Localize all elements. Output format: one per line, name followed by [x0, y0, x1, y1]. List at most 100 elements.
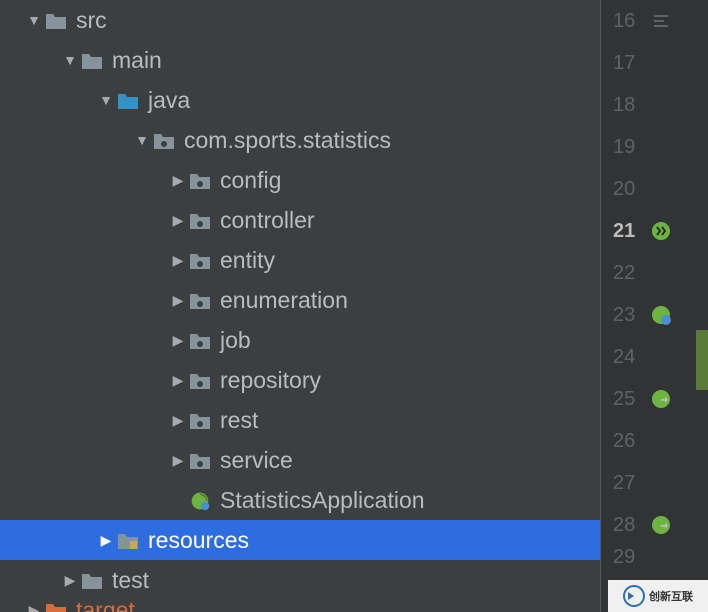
- tree-node-repository[interactable]: ▶ repository: [0, 360, 600, 400]
- source-folder-icon: [116, 90, 140, 110]
- tree-node-label: java: [148, 87, 190, 114]
- spring-navigate-icon[interactable]: [649, 387, 673, 411]
- line-number: 20: [613, 178, 649, 201]
- folder-icon: [44, 10, 68, 30]
- chevron-down-icon[interactable]: ▼: [24, 12, 44, 28]
- spring-bean-icon[interactable]: [649, 303, 673, 327]
- chevron-right-icon[interactable]: ▶: [96, 532, 116, 549]
- run-gutter-icon[interactable]: [649, 219, 673, 243]
- chevron-right-icon[interactable]: ▶: [60, 572, 80, 589]
- chevron-right-icon[interactable]: ▶: [24, 602, 44, 612]
- gutter-line[interactable]: 27: [601, 462, 708, 504]
- package-icon: [188, 250, 212, 270]
- package-icon: [188, 290, 212, 310]
- tree-node-enumeration[interactable]: ▶ enumeration: [0, 280, 600, 320]
- tree-node-label: service: [220, 447, 293, 474]
- tree-node-label: rest: [220, 407, 258, 434]
- gutter-line[interactable]: 23: [601, 294, 708, 336]
- gutter-line[interactable]: 16: [601, 0, 708, 42]
- package-icon: [188, 170, 212, 190]
- line-number: 21: [613, 220, 649, 243]
- tree-node-label: controller: [220, 207, 315, 234]
- gutter-line[interactable]: 29: [601, 546, 708, 568]
- excluded-folder-icon: [44, 600, 68, 612]
- tree-node-label: target: [76, 600, 135, 612]
- tree-node-target[interactable]: ▶ target: [0, 600, 600, 612]
- resources-folder-icon: [116, 530, 140, 550]
- editor-gutter[interactable]: 16 17 18 19 20 21 22 23 24 25 26 27 28 2…: [600, 0, 708, 612]
- tree-node-label: main: [112, 47, 162, 74]
- gutter-line[interactable]: 21: [601, 210, 708, 252]
- folder-icon: [80, 570, 104, 590]
- tree-node-java[interactable]: ▼ java: [0, 80, 600, 120]
- tree-node-label: config: [220, 167, 281, 194]
- package-icon: [188, 450, 212, 470]
- tree-node-test[interactable]: ▶ test: [0, 560, 600, 600]
- folder-icon: [80, 50, 104, 70]
- tree-node-entity[interactable]: ▶ entity: [0, 240, 600, 280]
- tree-node-statistics-application[interactable]: ▶ StatisticsApplication: [0, 480, 600, 520]
- tree-node-label: com.sports.statistics: [184, 127, 391, 154]
- tree-node-src[interactable]: ▼ src: [0, 0, 600, 40]
- gutter-line[interactable]: 28: [601, 504, 708, 546]
- chevron-right-icon[interactable]: ▶: [168, 172, 188, 189]
- package-icon: [188, 330, 212, 350]
- line-number: 27: [613, 472, 649, 495]
- gutter-line[interactable]: 18: [601, 84, 708, 126]
- line-number: 16: [613, 10, 649, 33]
- line-number: 24: [613, 346, 649, 369]
- tree-node-job[interactable]: ▶ job: [0, 320, 600, 360]
- package-icon: [152, 130, 176, 150]
- gutter-line[interactable]: 22: [601, 252, 708, 294]
- tree-node-resources[interactable]: ▶ resources: [0, 520, 600, 560]
- chevron-right-icon[interactable]: ▶: [168, 252, 188, 269]
- tree-node-label: repository: [220, 367, 321, 394]
- watermark-logo: 创新互联: [608, 580, 708, 612]
- line-number: 29: [613, 546, 649, 569]
- project-tree[interactable]: ▼ src ▼ main ▼ java ▼ com.sports.statist…: [0, 0, 600, 612]
- tree-node-label: StatisticsApplication: [220, 487, 425, 514]
- chevron-right-icon[interactable]: ▶: [168, 452, 188, 469]
- chevron-down-icon[interactable]: ▼: [132, 132, 152, 148]
- tree-node-label: entity: [220, 247, 275, 274]
- tree-node-config[interactable]: ▶ config: [0, 160, 600, 200]
- line-number: 28: [613, 514, 649, 537]
- chevron-right-icon[interactable]: ▶: [168, 372, 188, 389]
- spring-navigate-icon[interactable]: [649, 513, 673, 537]
- gutter-line[interactable]: 17: [601, 42, 708, 84]
- chevron-right-icon[interactable]: ▶: [168, 412, 188, 429]
- tree-node-label: job: [220, 327, 251, 354]
- tree-node-package[interactable]: ▼ com.sports.statistics: [0, 120, 600, 160]
- collapse-icon[interactable]: [649, 9, 673, 33]
- package-icon: [188, 370, 212, 390]
- tree-node-main[interactable]: ▼ main: [0, 40, 600, 80]
- line-number: 25: [613, 388, 649, 411]
- gutter-line[interactable]: 19: [601, 126, 708, 168]
- tree-node-service[interactable]: ▶ service: [0, 440, 600, 480]
- line-number: 26: [613, 430, 649, 453]
- line-number: 19: [613, 136, 649, 159]
- gutter-line[interactable]: 25: [601, 378, 708, 420]
- tree-node-label: test: [112, 567, 149, 594]
- chevron-down-icon[interactable]: ▼: [96, 92, 116, 108]
- line-number: 22: [613, 262, 649, 285]
- package-icon: [188, 210, 212, 230]
- chevron-right-icon[interactable]: ▶: [168, 292, 188, 309]
- gutter-line[interactable]: 20: [601, 168, 708, 210]
- editor-overview-marker[interactable]: [696, 330, 708, 390]
- tree-node-controller[interactable]: ▶ controller: [0, 200, 600, 240]
- tree-node-rest[interactable]: ▶ rest: [0, 400, 600, 440]
- spring-boot-class-icon: [188, 490, 212, 510]
- chevron-down-icon[interactable]: ▼: [60, 52, 80, 68]
- line-number: 18: [613, 94, 649, 117]
- tree-node-label: src: [76, 7, 107, 34]
- package-icon: [188, 410, 212, 430]
- tree-node-label: resources: [148, 527, 249, 554]
- gutter-line[interactable]: 24: [601, 336, 708, 378]
- chevron-right-icon[interactable]: ▶: [168, 212, 188, 229]
- line-number: 23: [613, 304, 649, 327]
- watermark-text: 创新互联: [649, 588, 693, 604]
- chevron-right-icon[interactable]: ▶: [168, 332, 188, 349]
- line-number: 17: [613, 52, 649, 75]
- gutter-line[interactable]: 26: [601, 420, 708, 462]
